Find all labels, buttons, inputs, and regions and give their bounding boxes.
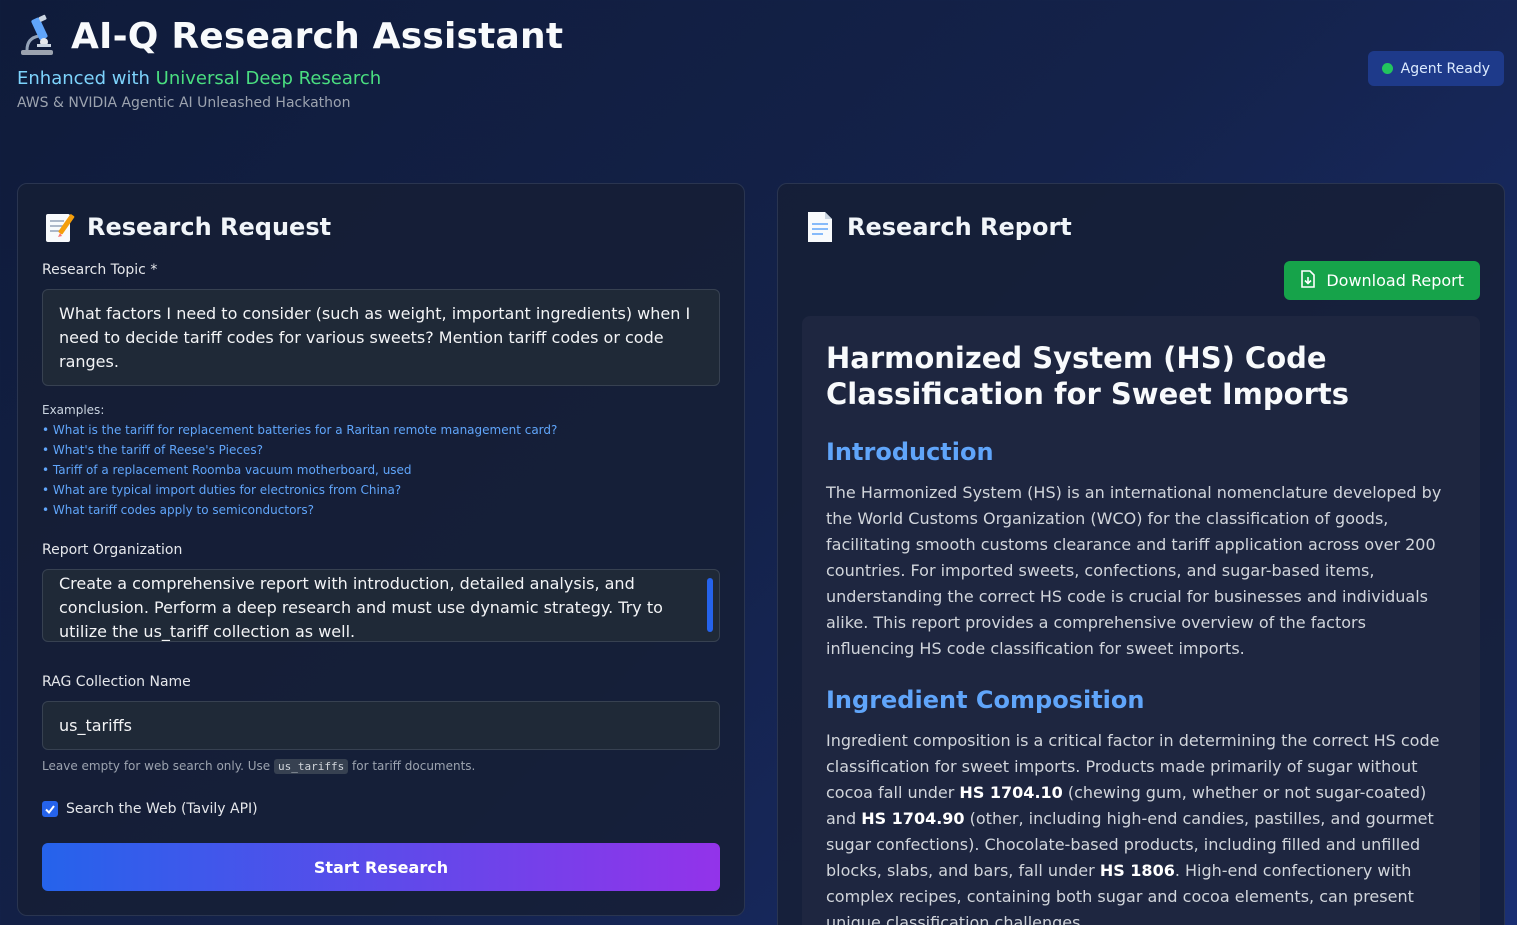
web-search-option[interactable]: Search the Web (Tavily API) [42,801,258,817]
report-content: Harmonized System (HS) Code Classificati… [802,316,1480,925]
document-icon [803,210,837,244]
example-link[interactable]: • What is the tariff for replacement bat… [42,420,557,440]
agent-status-badge: Agent Ready [1367,51,1504,86]
textarea-scrollbar[interactable] [707,578,713,632]
examples-list: Examples: • What is the tariff for repla… [42,400,557,520]
section-heading: Ingredient Composition [826,686,1145,714]
research-request-panel: Research Request Research Topic * What f… [17,183,745,916]
app-header: AI-Q Research Assistant Enhanced with Un… [17,14,563,111]
download-report-button[interactable]: Download Report [1284,261,1480,300]
example-link[interactable]: • What tariff codes apply to semiconduct… [42,500,557,520]
app-subtitle: Enhanced with Universal Deep Research [17,68,563,89]
section-body: Ingredient composition is a critical fac… [826,728,1456,925]
hs-code: HS 1806 [1099,861,1175,880]
hint-suffix: for tariff documents. [348,759,476,773]
web-search-checkbox[interactable] [42,801,58,817]
hint-code: us_tariffs [273,759,349,774]
example-link[interactable]: • What's the tariff of Reese's Pieces? [42,440,557,460]
subtitle-prefix: Enhanced with [17,68,156,89]
rag-collection-input[interactable]: us_tariffs [42,701,720,750]
hs-code: HS 1704.90 [861,809,965,828]
request-panel-header: Research Request [43,210,331,244]
hs-code: HS 1704.10 [959,783,1063,802]
report-organization-text: Create a comprehensive report with intro… [59,574,663,641]
example-link[interactable]: • What are typical import duties for ele… [42,480,557,500]
microscope-icon [17,14,59,58]
report-title: Harmonized System (HS) Code Classificati… [826,341,1350,411]
web-search-label: Search the Web (Tavily API) [66,801,258,817]
report-panel-header: Research Report [803,210,1072,244]
app-title: AI-Q Research Assistant [71,15,564,57]
report-organization-input[interactable]: Create a comprehensive report with intro… [42,569,720,642]
status-label: Agent Ready [1400,60,1490,77]
report-panel-title: Research Report [847,213,1072,241]
rag-hint: Leave empty for web search only. Use us_… [42,759,476,774]
research-report-panel: Research Report Download Report Harmoniz… [777,183,1505,925]
report-organization-label: Report Organization [42,542,183,558]
section-heading: Introduction [826,438,994,466]
download-label: Download Report [1326,271,1464,290]
status-dot-icon [1381,63,1393,74]
hint-prefix: Leave empty for web search only. Use [42,759,274,773]
research-topic-label: Research Topic * [42,262,158,278]
rag-collection-label: RAG Collection Name [42,674,191,690]
example-link[interactable]: • Tariff of a replacement Roomba vacuum … [42,460,557,480]
start-research-button[interactable]: Start Research [42,843,720,891]
hackathon-label: AWS & NVIDIA Agentic AI Unleashed Hackat… [17,95,351,111]
section-body: The Harmonized System (HS) is an interna… [826,483,1442,658]
request-panel-title: Research Request [87,213,332,241]
checkmark-icon [45,805,55,815]
memo-icon [43,210,77,244]
title-row: AI-Q Research Assistant [17,14,563,58]
download-file-icon [1300,269,1316,292]
research-topic-input[interactable]: What factors I need to consider (such as… [42,289,720,386]
examples-title: Examples: [42,403,105,417]
subtitle-accent: Universal Deep Research [155,68,382,89]
